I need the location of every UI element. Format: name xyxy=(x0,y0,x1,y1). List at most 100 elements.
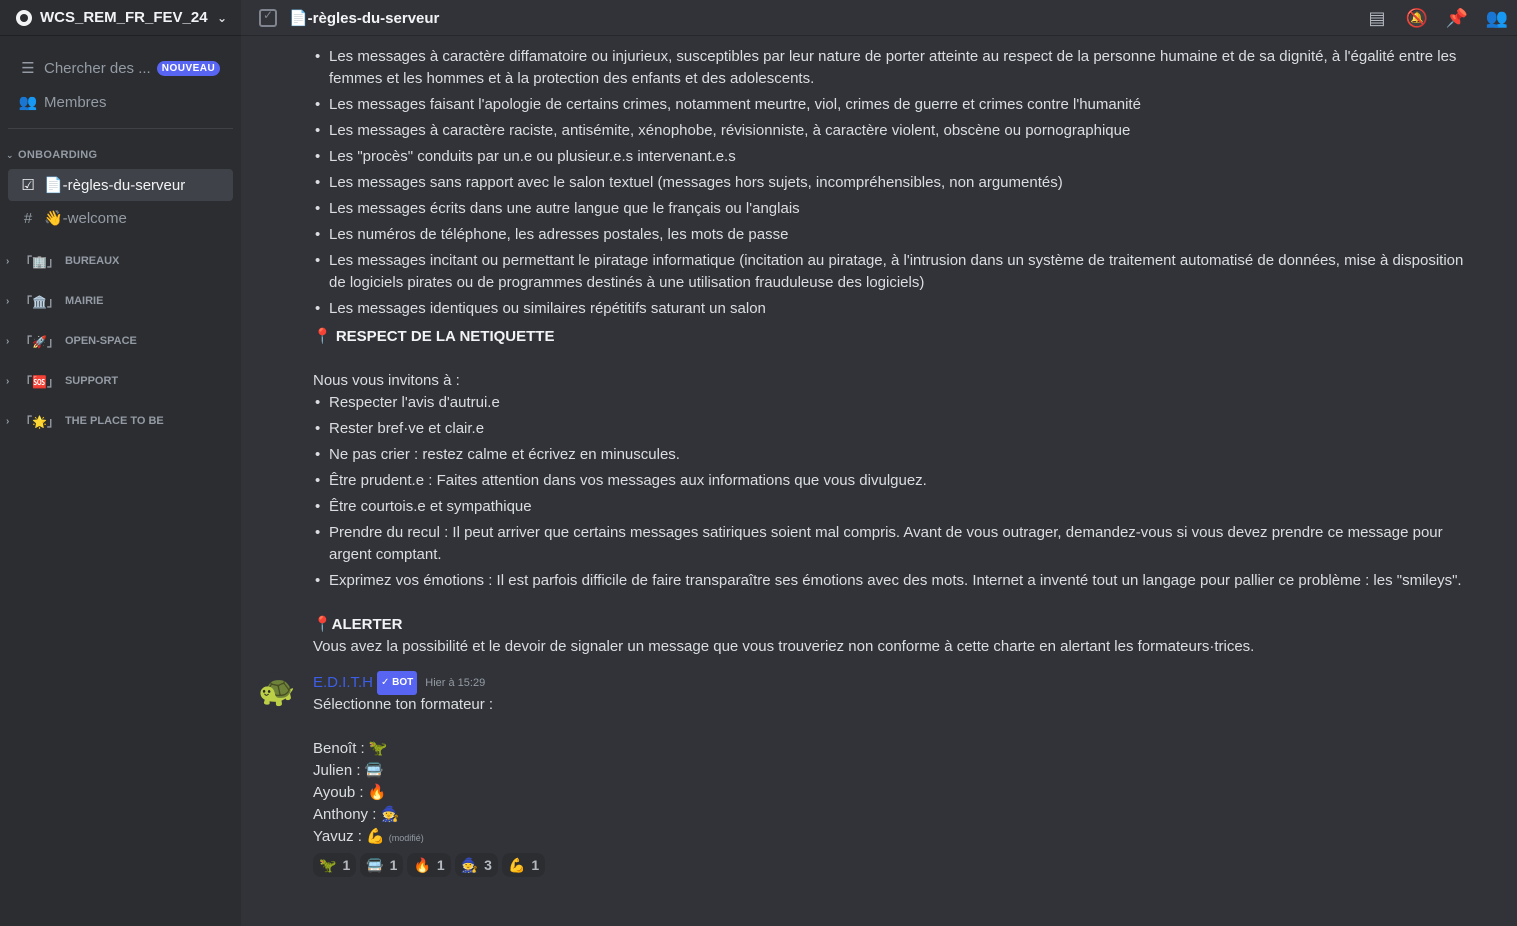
reaction-count: 1 xyxy=(531,857,540,873)
list-item: Les "procès" conduits par un.e ou plusie… xyxy=(313,146,1465,168)
browse-channels-item[interactable]: ☰ Chercher des ... NOUVEAU xyxy=(8,52,233,84)
list-item: Respecter l'avis d'autrui.e xyxy=(313,392,1465,414)
chevron-down-icon[interactable]: ⌄ xyxy=(217,11,227,25)
reaction-bar: 🦖 1 🚍 1 🔥 1 🧙 3 💪 1 xyxy=(313,853,1465,877)
reaction-button[interactable]: 🦖 1 xyxy=(313,853,357,877)
category-support[interactable]: › 「🆘」 SUPPORT xyxy=(0,361,241,401)
reaction-emoji: 🔥 xyxy=(413,857,431,873)
trainer-line: Anthony : 🧙 xyxy=(313,804,1465,826)
category-mairie[interactable]: › 「🏛️」 MAIRIE xyxy=(0,281,241,321)
new-badge: NOUVEAU xyxy=(156,60,221,76)
trainer-emoji: 🚍 xyxy=(364,762,384,779)
list-item: Les messages à caractère raciste, antisé… xyxy=(313,120,1465,142)
rules-channel-icon xyxy=(259,8,277,27)
members-icon: 👥 xyxy=(18,94,38,111)
members-item[interactable]: 👥 Membres xyxy=(8,86,233,118)
trainer-emoji: 🦖 xyxy=(368,740,388,757)
author-name[interactable]: E.D.I.T.H xyxy=(313,672,373,694)
reaction-emoji: 🦖 xyxy=(319,857,337,873)
reaction-button[interactable]: 🔥 1 xyxy=(407,853,451,877)
trainer-name: Yavuz : xyxy=(313,828,362,845)
trainer-line: Yavuz : 💪 (modifié) xyxy=(313,826,1465,849)
chevron-right-icon: › xyxy=(6,335,10,347)
trainer-name: Anthony : xyxy=(313,806,377,823)
category-label: MAIRIE xyxy=(64,295,104,307)
category-emoji: 「🌟」 xyxy=(20,414,59,429)
category-emoji: 「🏛️」 xyxy=(20,294,59,309)
list-item: Rester bref·ve et clair.e xyxy=(313,418,1465,440)
server-icon xyxy=(16,9,32,26)
category-label: ONBOARDING xyxy=(18,149,98,161)
reaction-button[interactable]: 🚍 1 xyxy=(360,853,404,877)
trainer-line: Julien : 🚍 xyxy=(313,760,1465,782)
trainer-emoji: 💪 xyxy=(366,828,385,845)
trainer-name: Ayoub : xyxy=(313,784,364,801)
message-header: E.D.I.T.H ✓ BOT Hier à 15:29 xyxy=(313,671,1465,695)
list-item: Les messages identiques ou similaires ré… xyxy=(313,298,1465,320)
channel-label: 👋-welcome xyxy=(44,210,127,227)
list-item: Exprimez vos émotions : Il est parfois d… xyxy=(313,570,1465,592)
chevron-down-icon: ⌄ xyxy=(6,149,14,160)
category-emoji: 「🏢」 xyxy=(20,254,59,269)
channel-title: 📄-règles-du-serveur xyxy=(289,9,440,27)
trainer-emoji: 🧙 xyxy=(380,806,400,823)
alert-title: 📍ALERTER xyxy=(313,616,403,633)
category-label: SUPPORT xyxy=(64,375,119,387)
list-item: Les messages écrits dans une autre langu… xyxy=(313,198,1465,220)
list-item: Prendre du recul : Il peut arriver que c… xyxy=(313,522,1465,566)
hash-icon: # xyxy=(23,209,33,227)
category-emoji: 「🚀」 xyxy=(20,334,59,349)
header-toolbar: ▤ 🔕 📌 👥 xyxy=(1357,0,1517,36)
list-item: Être prudent.e : Faites attention dans v… xyxy=(313,470,1465,492)
channel-welcome[interactable]: # 👋-welcome xyxy=(8,202,233,234)
rules-list: Les messages à caractère diffamatoire ou… xyxy=(313,46,1465,320)
reaction-button[interactable]: 🧙 3 xyxy=(454,853,498,877)
pin-icon[interactable]: 📌 xyxy=(1437,8,1477,29)
reaction-emoji: 💪 xyxy=(507,857,526,873)
trainer-name: Benoît : xyxy=(313,740,365,757)
member-list-icon[interactable]: 👥 xyxy=(1477,8,1517,29)
mute-icon[interactable]: 🔕 xyxy=(1397,8,1437,29)
category-emoji: 「🆘」 xyxy=(20,374,59,389)
reaction-button[interactable]: 💪 1 xyxy=(501,853,546,877)
channel-label: 📄-règles-du-serveur xyxy=(44,177,186,194)
channel-header: 📄-règles-du-serveur ▤ 🔕 📌 👥 xyxy=(241,0,1517,36)
reaction-count: 1 xyxy=(436,857,445,873)
list-item: Ne pas crier : restez calme et écrivez e… xyxy=(313,444,1465,466)
channel-regles-du-serveur[interactable]: ☑ 📄-règles-du-serveur xyxy=(8,169,233,201)
server-header[interactable]: WCS_REM_FR_FEV_24 ⌄ xyxy=(0,0,241,36)
netiquette-list: Respecter l'avis d'autrui.e Rester bref·… xyxy=(313,392,1465,592)
trainer-name: Julien : xyxy=(313,762,361,779)
channel-sidebar: WCS_REM_FR_FEV_24 ⌄ ☰ Chercher des ... N… xyxy=(0,0,241,926)
server-name: WCS_REM_FR_FEV_24 xyxy=(40,9,208,26)
bot-message: 🐢 E.D.I.T.H ✓ BOT Hier à 15:29 Sélection… xyxy=(257,671,1465,877)
alert-text: Vous avez la possibilité et le devoir de… xyxy=(313,638,1255,655)
reaction-count: 3 xyxy=(484,857,492,873)
sidebar-divider xyxy=(8,128,233,129)
browse-channels-label: Chercher des ... xyxy=(44,59,151,77)
category-bureaux[interactable]: › 「🏢」 BUREAUX xyxy=(0,241,241,281)
category-label: THE PLACE TO BE xyxy=(64,415,164,427)
category-onboarding[interactable]: ⌄ ONBOARDING xyxy=(0,145,241,165)
chevron-right-icon: › xyxy=(6,255,10,267)
trainer-line: Benoît : 🦖 xyxy=(313,738,1465,760)
message-list[interactable]: Les messages à caractère diffamatoire ou… xyxy=(241,36,1517,926)
chevron-right-icon: › xyxy=(6,415,10,427)
trainer-emoji: 🔥 xyxy=(367,784,387,801)
reaction-emoji: 🧙 xyxy=(460,857,479,873)
message-intro: Sélectionne ton formateur : xyxy=(313,696,494,713)
category-the-place-to-be[interactable]: › 「🌟」 THE PLACE TO BE xyxy=(0,401,241,441)
netiquette-intro: Nous vous invitons à : xyxy=(313,372,460,389)
members-label: Membres xyxy=(44,93,107,111)
threads-icon[interactable]: ▤ xyxy=(1357,8,1397,29)
reaction-emoji: 🚍 xyxy=(366,857,384,873)
list-item: Les messages faisant l'apologie de certa… xyxy=(313,94,1465,116)
list-item: Les messages à caractère diffamatoire ou… xyxy=(313,46,1465,90)
list-item: Être courtois.e et sympathique xyxy=(313,496,1465,518)
avatar[interactable]: 🐢 xyxy=(257,672,297,712)
netiquette-title: 📍 RESPECT DE LA NETIQUETTE xyxy=(313,328,555,345)
category-label: BUREAUX xyxy=(64,255,120,267)
edited-label: (modifié) xyxy=(388,833,424,843)
category-open-space[interactable]: › 「🚀」 OPEN-SPACE xyxy=(0,321,241,361)
list-item: Les messages sans rapport avec le salon … xyxy=(313,172,1465,194)
